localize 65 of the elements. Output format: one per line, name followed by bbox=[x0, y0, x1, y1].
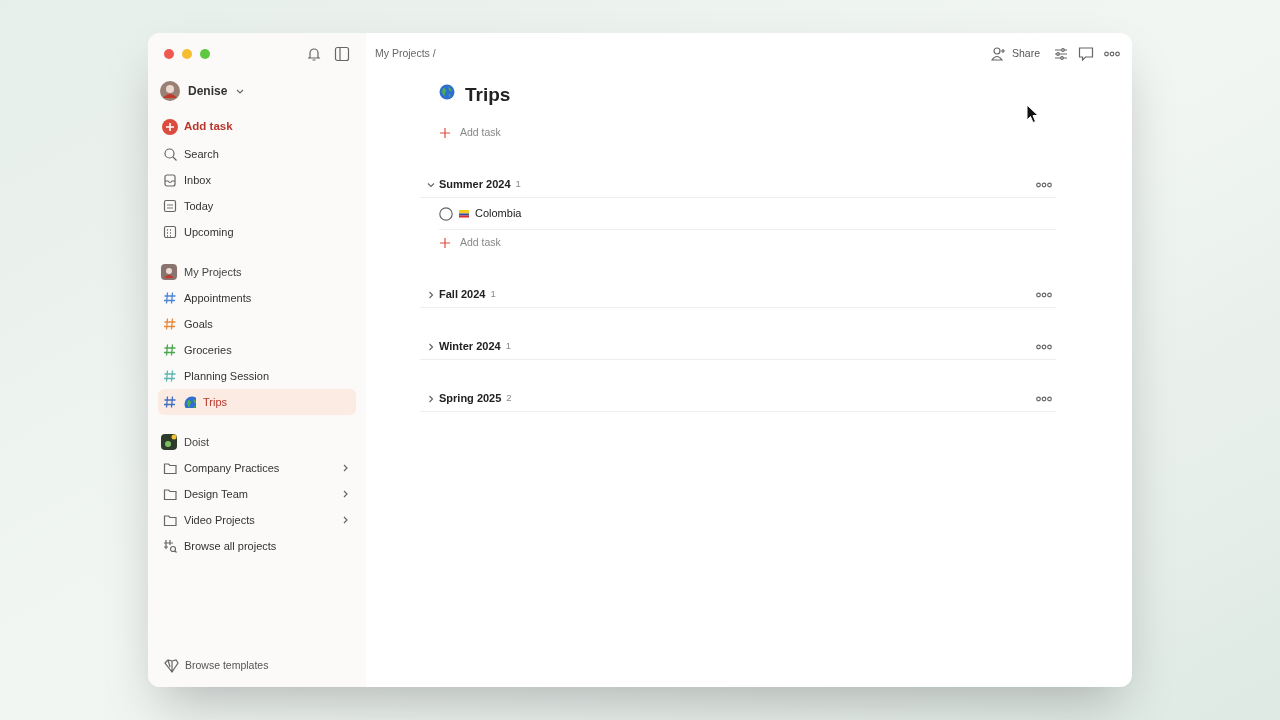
task-count: 1 bbox=[515, 177, 521, 192]
project-item[interactable]: Company Practices bbox=[158, 455, 356, 481]
folder-icon bbox=[163, 513, 177, 527]
nav-item[interactable]: Today bbox=[158, 193, 356, 219]
browse-icon bbox=[163, 539, 177, 553]
more-icon[interactable] bbox=[1104, 50, 1120, 58]
project-item[interactable]: Planning Session bbox=[158, 363, 356, 389]
avatar-icon bbox=[161, 264, 177, 280]
avatar-icon[interactable] bbox=[160, 81, 180, 101]
section-title[interactable]: Summer 2024 bbox=[439, 176, 511, 193]
add-icon[interactable] bbox=[162, 119, 178, 135]
more-icon[interactable] bbox=[1036, 180, 1052, 189]
task-count: 1 bbox=[505, 339, 511, 354]
plus-icon bbox=[439, 237, 451, 249]
chevron-down-icon[interactable] bbox=[235, 87, 246, 95]
nav-item[interactable]: Inbox bbox=[158, 167, 356, 193]
comment-icon[interactable] bbox=[1078, 46, 1094, 62]
nav-item[interactable]: Upcoming bbox=[158, 219, 356, 245]
project-item[interactable]: Design Team bbox=[158, 481, 356, 507]
person-add-icon bbox=[990, 46, 1007, 62]
project-item[interactable]: Trips bbox=[158, 389, 356, 415]
task-count: 1 bbox=[490, 287, 496, 302]
project-item[interactable]: Browse all projects bbox=[158, 533, 356, 559]
cursor-icon bbox=[1026, 104, 1039, 124]
task-title: Colombia bbox=[475, 206, 522, 222]
project-item[interactable]: Groceries bbox=[158, 337, 356, 363]
bell-icon[interactable] bbox=[306, 46, 322, 62]
folder-icon bbox=[163, 487, 177, 501]
section-title[interactable]: Fall 2024 bbox=[439, 286, 486, 303]
flag-icon bbox=[459, 209, 469, 218]
browse-templates-link[interactable]: Browse templates bbox=[158, 655, 356, 677]
more-icon[interactable] bbox=[1036, 290, 1052, 299]
nav-item[interactable]: Search bbox=[158, 141, 356, 167]
search-icon bbox=[163, 147, 177, 161]
section-title[interactable]: Spring 2025 bbox=[439, 390, 502, 407]
inbox-icon bbox=[163, 173, 177, 187]
chevron-right-icon[interactable] bbox=[426, 393, 436, 404]
section-title[interactable]: Winter 2024 bbox=[439, 338, 501, 355]
checkbox-circle[interactable] bbox=[439, 206, 453, 221]
filter-icon[interactable] bbox=[1054, 47, 1068, 61]
share-button[interactable]: Share bbox=[990, 46, 1040, 62]
calendar-icon bbox=[163, 199, 177, 213]
project-title: Trips bbox=[465, 82, 511, 107]
project-item[interactable]: Goals bbox=[158, 311, 356, 337]
task-row[interactable]: Colombia bbox=[439, 198, 1056, 230]
folder-icon bbox=[163, 461, 177, 475]
more-icon[interactable] bbox=[1036, 394, 1052, 403]
chevron-right-icon[interactable] bbox=[426, 341, 436, 352]
workspace-logo-icon bbox=[161, 434, 177, 450]
more-icon[interactable] bbox=[1036, 342, 1052, 351]
add-task-link[interactable]: Add task bbox=[184, 118, 233, 136]
chevron-right-icon[interactable] bbox=[426, 289, 436, 300]
section-heading[interactable]: My Projects bbox=[184, 263, 242, 281]
user-name[interactable]: Denise bbox=[188, 82, 228, 100]
breadcrumb[interactable]: My Projects / bbox=[375, 46, 436, 62]
section-heading[interactable]: Doist bbox=[184, 433, 210, 451]
add-task-link[interactable]: Add task bbox=[439, 120, 1056, 146]
task-count: 2 bbox=[506, 391, 512, 406]
project-item[interactable]: Video Projects bbox=[158, 507, 356, 533]
add-task-link[interactable]: Add task bbox=[439, 230, 1056, 256]
project-item[interactable]: Appointments bbox=[158, 285, 356, 311]
templates-icon bbox=[163, 658, 179, 674]
sidebar-toggle-icon[interactable] bbox=[334, 46, 350, 62]
calendar-grid-icon bbox=[163, 225, 177, 239]
plus-icon bbox=[439, 127, 451, 139]
